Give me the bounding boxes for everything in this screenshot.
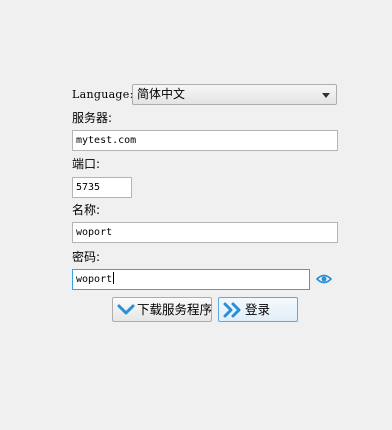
port-label: 端口:	[72, 157, 101, 171]
password-label: 密码:	[72, 250, 101, 264]
language-selected-value: 简体中文	[137, 87, 186, 101]
download-server-button[interactable]: 下载服务程序	[112, 297, 212, 322]
server-input-value: mytest.com	[76, 135, 137, 146]
port-input[interactable]: 5735	[72, 177, 132, 198]
language-select[interactable]: 简体中文	[132, 84, 337, 105]
download-button-label: 下载服务程序	[137, 302, 213, 317]
eye-icon[interactable]	[315, 271, 333, 287]
password-input-value: woport	[76, 274, 113, 285]
chevron-down-icon	[117, 303, 135, 317]
double-chevron-right-icon	[223, 302, 243, 318]
login-dialog: Language: 简体中文 服务器: mytest.com 端口: 5735 …	[0, 0, 392, 430]
login-button-label: 登录	[245, 302, 271, 317]
text-caret	[113, 272, 115, 284]
name-label: 名称:	[72, 203, 101, 217]
server-label: 服务器:	[72, 111, 113, 125]
language-label: Language:	[72, 88, 134, 101]
name-input[interactable]: woport	[72, 222, 338, 243]
name-input-value: woport	[76, 227, 113, 238]
password-input[interactable]: woport	[72, 269, 310, 290]
port-input-value: 5735	[76, 182, 101, 193]
chevron-down-icon[interactable]	[322, 93, 330, 98]
login-button[interactable]: 登录	[218, 297, 298, 322]
server-input[interactable]: mytest.com	[72, 130, 338, 151]
